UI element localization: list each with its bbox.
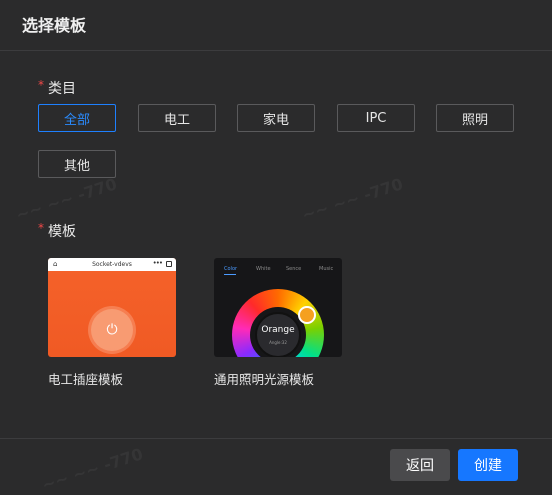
category-option-ipc[interactable]: IPC [337,104,415,132]
color-picker-knob [298,306,316,324]
category-option-electrical[interactable]: 电工 [138,104,216,132]
category-label: * 类目 [38,78,76,98]
category-option-appliance[interactable]: 家电 [237,104,315,132]
socket-template-thumbnail: ⌂ Socket-vdevs ••• ⏻ [48,258,176,357]
home-icon: ⌂ [53,260,58,268]
template-name: 电工插座模板 [48,372,124,387]
template-label: * 模板 [38,221,76,241]
active-tab-underline [224,274,236,275]
preview-tab: White [256,266,271,272]
template-name: 通用照明光源模板 [214,372,315,387]
preview-tab: Color [224,266,238,272]
select-template-dialog: 选择模板 ~~ ~~ -770 ~~ ~~ -770 ~~ ~~ -770 * 类… [0,0,552,495]
watermark: ~~ ~~ -770 [13,174,120,225]
watermark: ~~ ~~ -770 [299,174,406,225]
preview-header-bar: ⌂ Socket-vdevs ••• [48,258,176,271]
category-option-lighting[interactable]: 照明 [436,104,514,132]
required-mark: * [38,78,44,92]
preview-tab: Sence [286,266,302,272]
category-option-all[interactable]: 全部 [38,104,116,132]
power-icon: ⏻ [91,309,133,351]
dialog-footer: 返回 创建 [0,438,552,489]
preview-tab: Music [319,266,334,272]
category-label-text: 类目 [48,81,76,97]
template-card-socket[interactable]: ⌂ Socket-vdevs ••• ⏻ 电工插座模板 [48,258,176,388]
template-label-text: 模板 [48,224,76,240]
lighting-template-thumbnail: Color White Sence Music Orange Angle:32 [214,258,342,357]
required-mark: * [38,221,44,235]
more-icon: ••• [152,259,163,267]
angle-label: Angle:32 [269,340,287,345]
create-button[interactable]: 创建 [458,449,518,481]
template-card-lighting[interactable]: Color White Sence Music Orange Angle:32 … [214,258,342,388]
preview-tabs: Color White Sence Music [214,258,342,278]
color-name-label: Orange [261,325,295,335]
dialog-title: 选择模板 [22,16,87,35]
category-option-other[interactable]: 其他 [38,150,116,178]
dialog-header: 选择模板 [0,0,552,51]
target-icon [166,261,172,267]
back-button[interactable]: 返回 [390,449,450,481]
preview-header-title: Socket-vdevs [92,261,132,268]
